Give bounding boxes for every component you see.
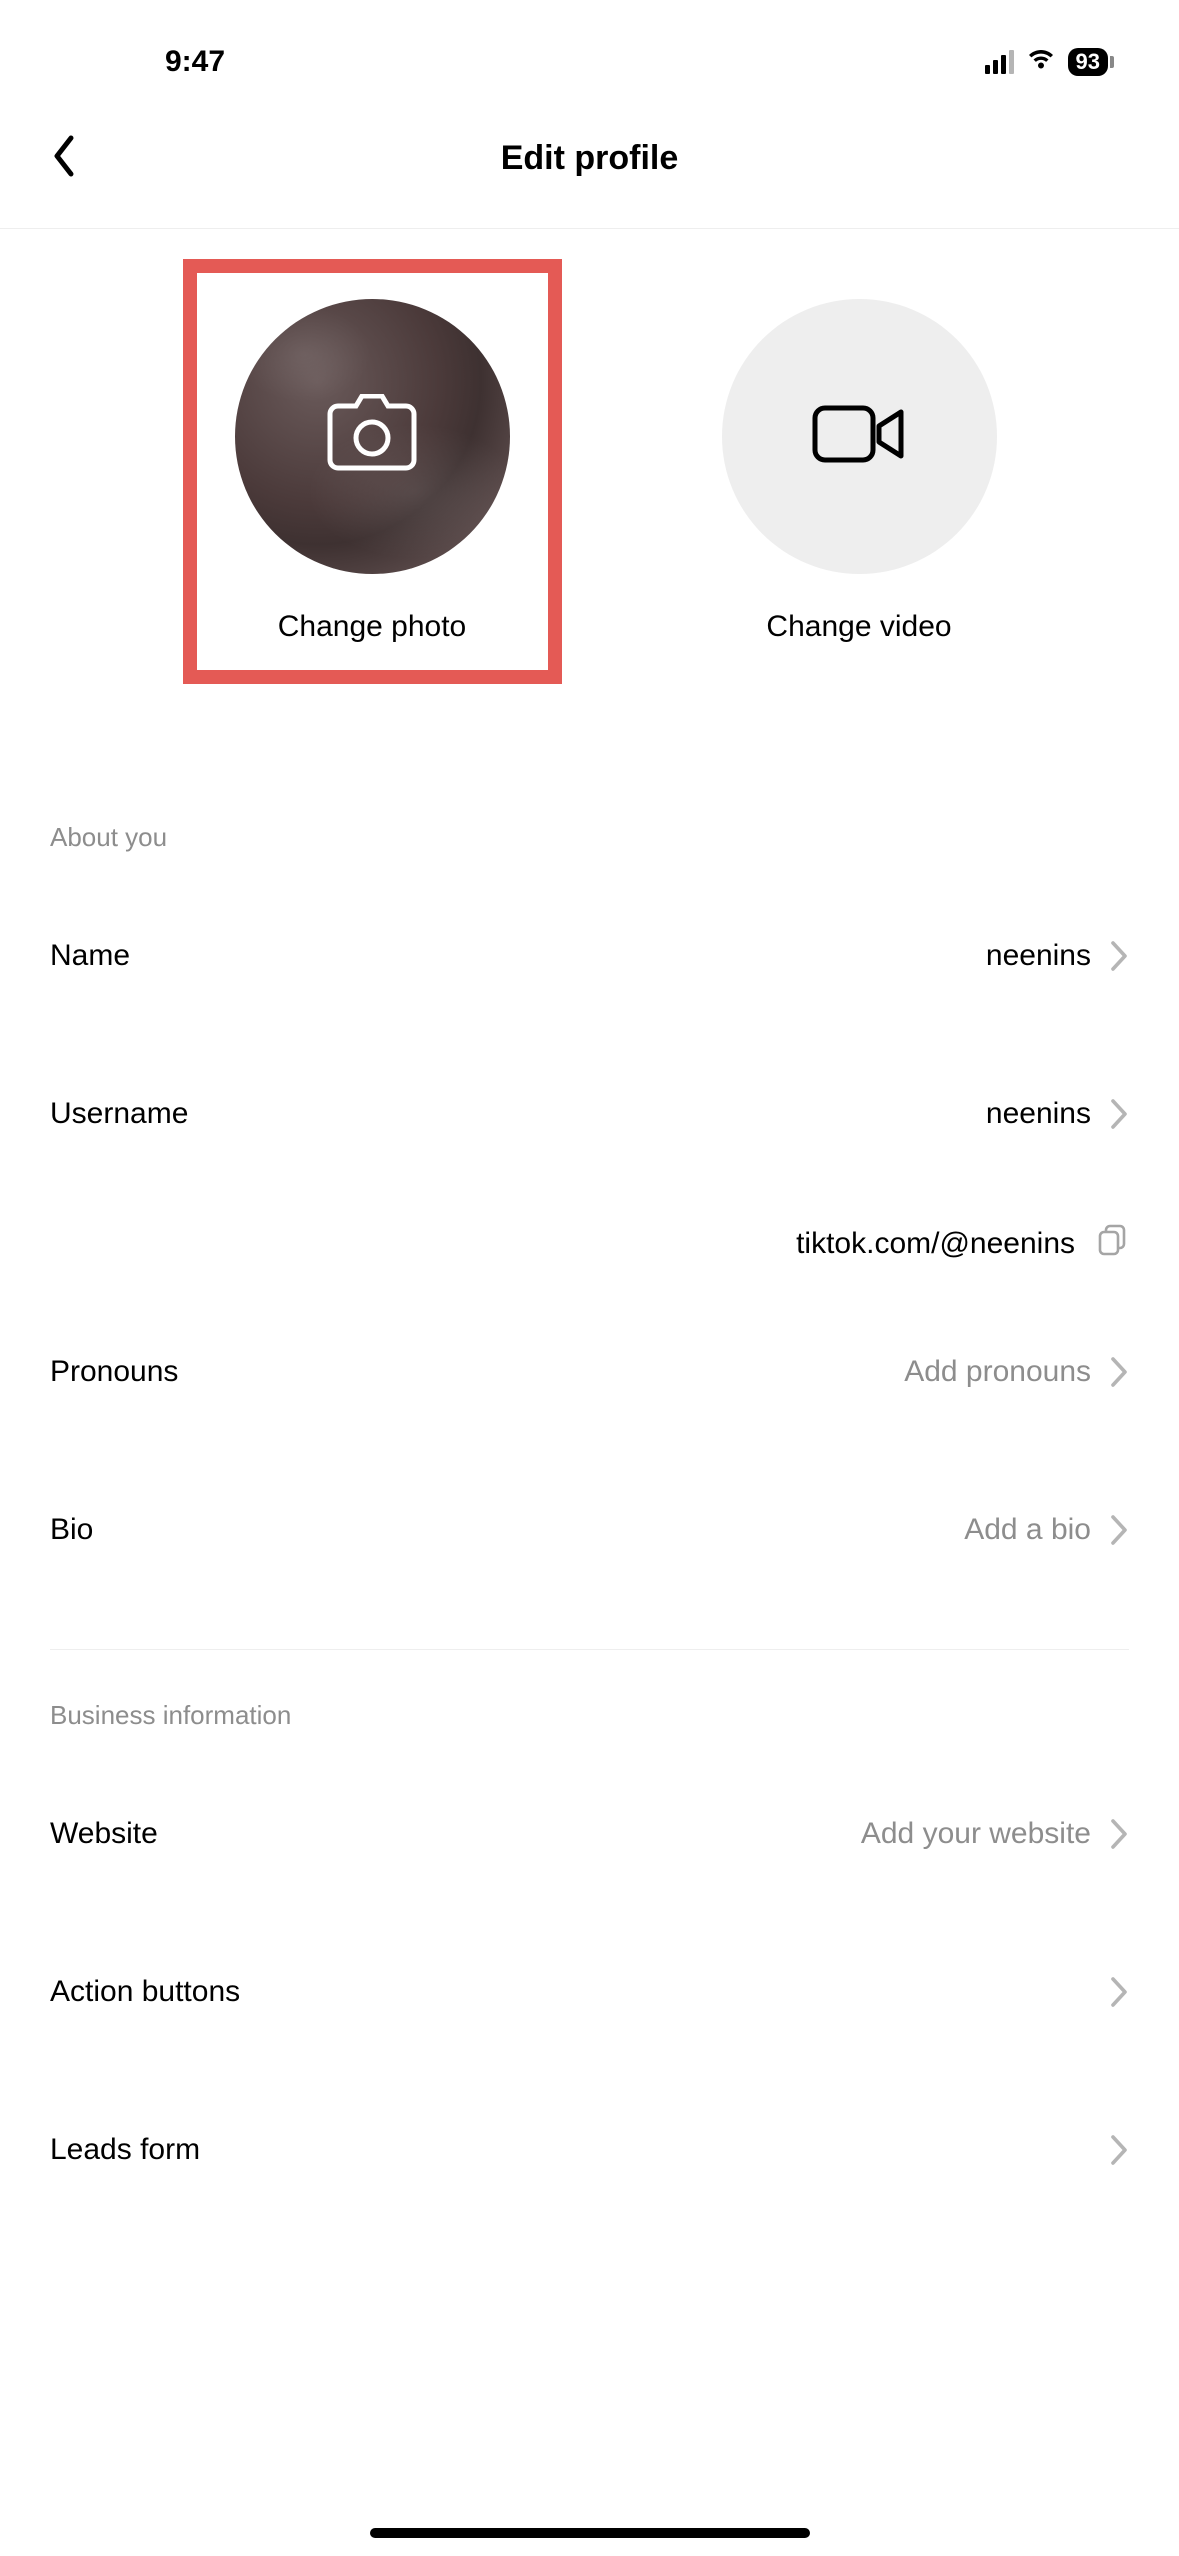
camera-icon xyxy=(326,394,418,479)
business-info-section-title: Business information xyxy=(0,1700,1179,1755)
page-title: Edit profile xyxy=(501,139,679,178)
action-buttons-label: Action buttons xyxy=(50,1975,240,2009)
pronouns-value: Add pronouns xyxy=(904,1355,1091,1389)
change-photo-label: Change photo xyxy=(278,610,467,644)
username-label: Username xyxy=(50,1097,188,1131)
back-button[interactable] xyxy=(40,134,90,184)
website-label: Website xyxy=(50,1817,158,1851)
chevron-right-icon xyxy=(1109,1515,1129,1545)
chevron-right-icon xyxy=(1109,941,1129,971)
wifi-icon xyxy=(1026,45,1056,79)
divider xyxy=(50,1649,1129,1650)
bio-row[interactable]: Bio Add a bio xyxy=(0,1451,1179,1609)
about-you-section-title: About you xyxy=(0,684,1179,877)
chevron-right-icon xyxy=(1109,1977,1129,2007)
chevron-right-icon xyxy=(1109,1357,1129,1387)
profile-url: tiktok.com/@neenins xyxy=(796,1227,1075,1261)
username-value: neenins xyxy=(986,1097,1091,1131)
battery-icon: 93 xyxy=(1068,48,1114,76)
change-video-label: Change video xyxy=(766,610,951,644)
leads-form-label: Leads form xyxy=(50,2133,200,2167)
chevron-right-icon xyxy=(1109,1819,1129,1849)
name-row[interactable]: Name neenins xyxy=(0,877,1179,1035)
pronouns-label: Pronouns xyxy=(50,1355,178,1389)
name-value: neenins xyxy=(986,939,1091,973)
username-row[interactable]: Username neenins xyxy=(0,1035,1179,1193)
website-row[interactable]: Website Add your website xyxy=(0,1755,1179,1913)
cellular-signal-icon xyxy=(985,50,1014,74)
nav-header: Edit profile xyxy=(0,89,1179,229)
home-indicator[interactable] xyxy=(370,2528,810,2538)
status-time: 9:47 xyxy=(165,45,225,78)
battery-level: 93 xyxy=(1068,48,1108,76)
change-video-button[interactable] xyxy=(722,299,997,574)
bio-label: Bio xyxy=(50,1513,93,1547)
chevron-right-icon xyxy=(1109,1099,1129,1129)
change-photo-button[interactable] xyxy=(235,299,510,574)
action-buttons-row[interactable]: Action buttons xyxy=(0,1913,1179,2071)
video-icon xyxy=(809,398,909,475)
change-photo-highlight: Change photo xyxy=(183,259,562,684)
website-value: Add your website xyxy=(861,1817,1091,1851)
bio-value: Add a bio xyxy=(964,1513,1091,1547)
copy-icon[interactable] xyxy=(1095,1223,1129,1265)
chevron-right-icon xyxy=(1109,2135,1129,2165)
chevron-left-icon xyxy=(50,134,80,183)
profile-url-row[interactable]: tiktok.com/@neenins xyxy=(0,1193,1179,1293)
status-bar: 9:47 93 xyxy=(0,0,1179,89)
name-label: Name xyxy=(50,939,130,973)
pronouns-row[interactable]: Pronouns Add pronouns xyxy=(0,1293,1179,1451)
leads-form-row[interactable]: Leads form xyxy=(0,2071,1179,2229)
